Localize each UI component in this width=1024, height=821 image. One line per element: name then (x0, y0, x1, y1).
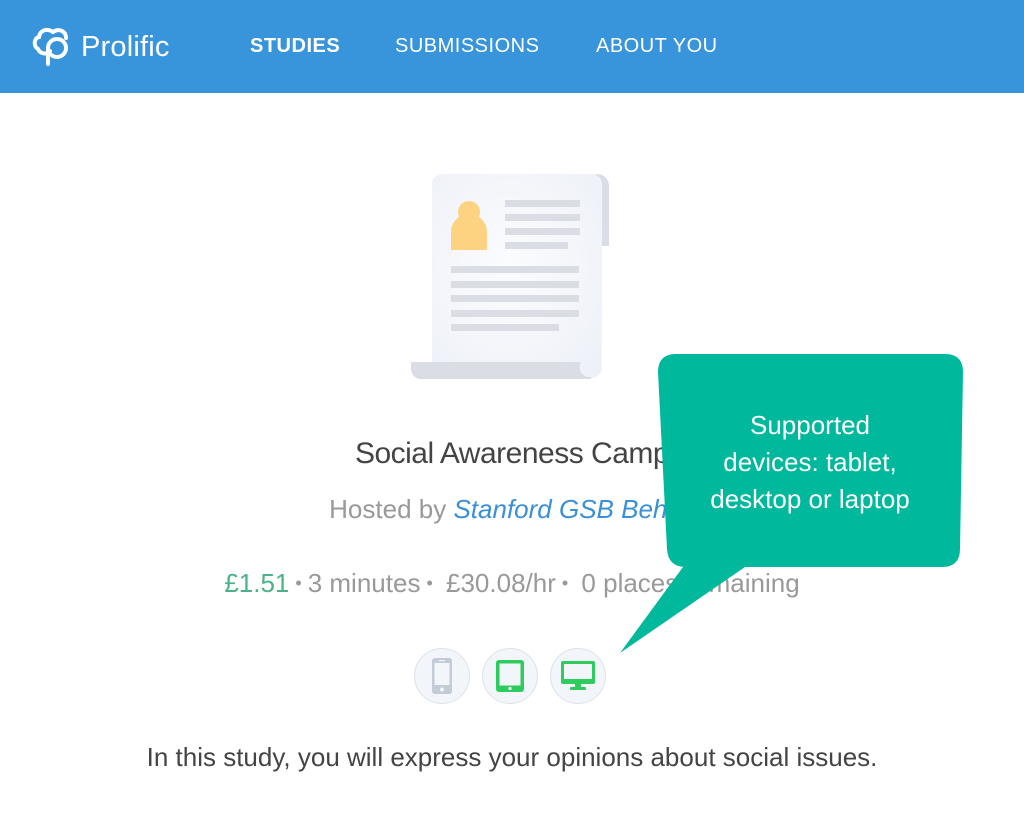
study-places-remaining: 0 places remaining (581, 568, 800, 598)
host-link[interactable]: Stanford GSB Behav (453, 494, 694, 524)
prolific-logo[interactable]: Prolific (31, 26, 170, 68)
hosted-by-label: Hosted by (329, 494, 447, 524)
tablet-icon (496, 660, 524, 692)
study-document-illustration (411, 174, 609, 379)
nav-studies[interactable]: STUDIES (250, 35, 340, 58)
prolific-logo-icon (32, 27, 68, 66)
study-meta: £1.51 • 3 minutes • £30.08/hr • 0 places rem… (0, 568, 1024, 599)
phone-icon (432, 658, 452, 694)
device-desktop (550, 648, 606, 704)
callout-line: desktop or laptop (710, 484, 910, 514)
study-hourly-rate: £30.08/hr (446, 568, 556, 598)
brand-name: Prolific (81, 30, 170, 63)
nav-about-you[interactable]: ABOUT YOU (596, 35, 718, 58)
separator-dot: • (561, 573, 569, 593)
separator-dot: • (295, 573, 302, 593)
desktop-icon (561, 661, 595, 690)
supported-devices (414, 648, 606, 704)
separator-dot: • (426, 573, 433, 593)
callout-text: Supported devices: tablet, desktop or la… (660, 407, 960, 518)
study-reward: £1.51 (224, 568, 290, 598)
device-tablet (482, 648, 538, 704)
study-description: In this study, you will express your opi… (146, 742, 878, 772)
callout-line: Supported (750, 410, 870, 440)
study-duration: 3 minutes (307, 568, 421, 598)
callout-line: devices: tablet, (723, 447, 897, 477)
nav-submissions[interactable]: SUBMISSIONS (395, 35, 539, 58)
device-mobile (414, 648, 470, 704)
top-navigation-bar: Prolific STUDIES SUBMISSIONS ABOUT YOU (0, 0, 1024, 93)
